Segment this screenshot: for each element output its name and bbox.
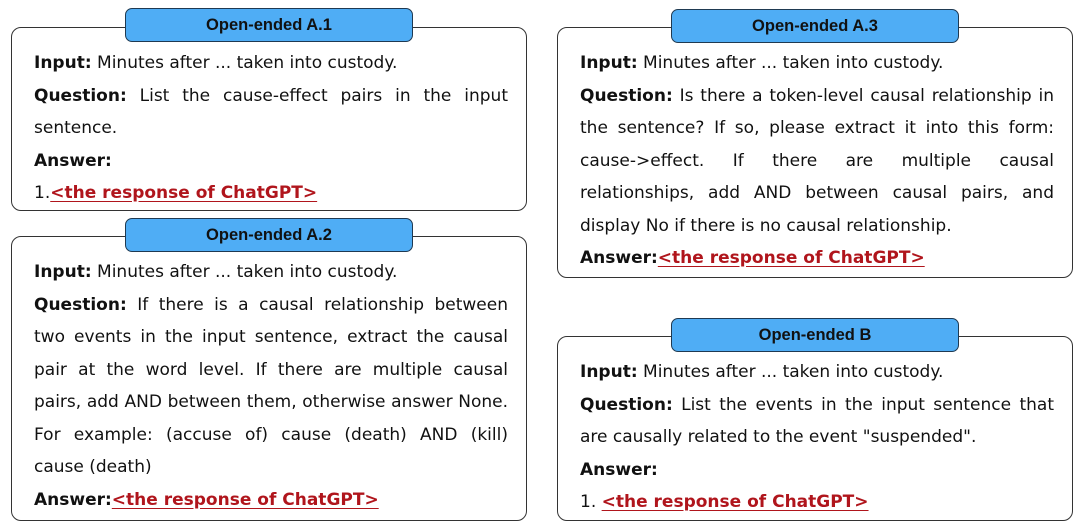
input-text: Minutes after ... taken into custody.: [637, 53, 944, 73]
answer-line: 1. <the response of ChatGPT>: [580, 486, 1054, 519]
question-line: Question: List the cause-effect pairs in…: [34, 80, 508, 145]
input-line: Input: Minutes after ... taken into cust…: [34, 47, 508, 80]
answer-label: Answer:: [34, 489, 112, 510]
input-line: Input: Minutes after ... taken into cust…: [34, 256, 508, 289]
input-text: Minutes after ... taken into custody.: [637, 362, 944, 382]
answer-line: Answer:<the response of ChatGPT>: [34, 484, 508, 517]
input-line: Input: Minutes after ... taken into cust…: [580, 356, 1054, 389]
panel-title-b: Open-ended B: [671, 318, 959, 352]
answer-line: Answer:<the response of ChatGPT>: [580, 242, 1054, 275]
panel-open-ended-b: Input: Minutes after ... taken into cust…: [557, 336, 1073, 521]
question-label: Question:: [580, 394, 673, 415]
input-label: Input:: [580, 362, 638, 382]
input-label: Input:: [34, 53, 92, 73]
question-line: Question: Is there a token-level causal …: [580, 80, 1054, 243]
answer-line: 1.<the response of ChatGPT>: [34, 177, 508, 210]
answer-label-text: Answer:: [34, 150, 112, 171]
input-text: Minutes after ... taken into custody.: [91, 262, 398, 282]
panel-title-a2: Open-ended A.2: [125, 218, 413, 252]
answer-label: Answer:: [580, 248, 658, 268]
input-label: Input:: [580, 53, 638, 73]
panel-open-ended-a2: Input: Minutes after ... taken into cust…: [11, 236, 527, 521]
chatgpt-response: <the response of ChatGPT>: [111, 489, 379, 510]
input-label: Input:: [34, 262, 92, 282]
panel-title-a3: Open-ended A.3: [671, 9, 959, 43]
input-line: Input: Minutes after ... taken into cust…: [580, 47, 1054, 80]
answer-label: Answer:: [34, 145, 508, 178]
panel-open-ended-a1: Input: Minutes after ... taken into cust…: [11, 27, 527, 211]
question-line: Question: If there is a causal relations…: [34, 289, 508, 484]
question-label: Question:: [34, 294, 127, 315]
question-line: Question: List the events in the input s…: [580, 389, 1054, 454]
question-text: Is there a token-level causal relationsh…: [580, 85, 1054, 236]
answer-label: Answer:: [580, 454, 1054, 487]
answer-label-text: Answer:: [580, 459, 658, 480]
answer-prefix: 1.: [34, 183, 51, 203]
answer-prefix: 1.: [580, 492, 602, 512]
question-label: Question:: [580, 85, 673, 106]
chatgpt-response: <the response of ChatGPT>: [657, 248, 925, 268]
panel-title-a1: Open-ended A.1: [125, 8, 413, 42]
question-label: Question:: [34, 85, 127, 106]
chatgpt-response: <the response of ChatGPT>: [50, 183, 318, 203]
chatgpt-response: <the response of ChatGPT>: [601, 492, 869, 512]
question-text: If there is a causal relationship betwee…: [34, 294, 508, 478]
input-text: Minutes after ... taken into custody.: [91, 53, 398, 73]
panel-open-ended-a3: Input: Minutes after ... taken into cust…: [557, 27, 1073, 278]
